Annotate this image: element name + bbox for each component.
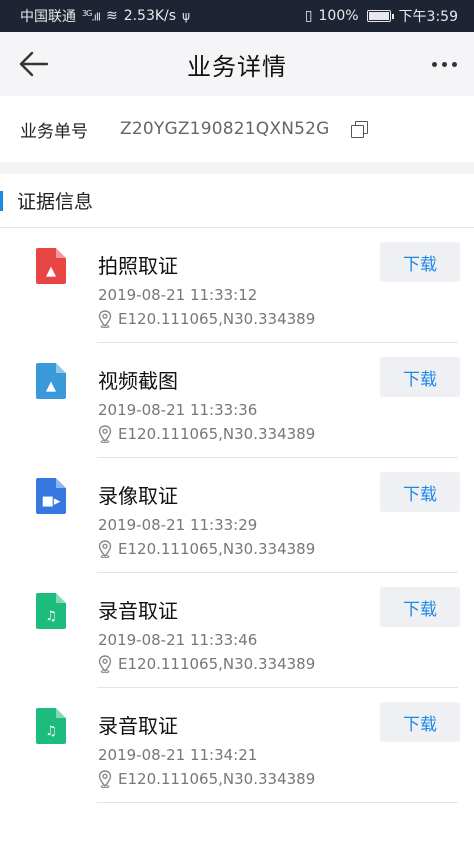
evidence-time: 2019-08-21 11:34:21	[98, 746, 258, 764]
more-dot-icon	[451, 61, 457, 67]
file-glyph: ■▸	[41, 494, 61, 509]
evidence-title: 录像取证	[98, 484, 178, 508]
file-corner	[56, 363, 66, 373]
evidence-title: 录音取证	[98, 714, 178, 738]
battery-icon	[366, 10, 394, 22]
location-pin-icon	[98, 540, 112, 558]
arrow-left-icon	[19, 51, 49, 77]
location-pin-icon	[98, 655, 112, 673]
video-file-icon: ■▸	[36, 478, 66, 514]
location-pin-icon	[98, 425, 112, 443]
location-pin-icon	[98, 310, 112, 328]
download-button[interactable]: 下载	[380, 357, 460, 397]
evidence-location: E120.111065,N30.334389	[98, 310, 315, 328]
status-bar: 中国联通 3G.ıll ≋ 2.53K/s ψ ▯ 100% 下午3:59	[0, 0, 474, 32]
more-dot-icon	[431, 61, 437, 67]
file-glyph: ♫	[45, 724, 57, 739]
section-title: 证据信息	[17, 191, 94, 213]
vibrate-icon: ▯	[304, 8, 313, 24]
wifi-icon: ≋	[105, 8, 118, 24]
business-number-row: 业务单号 Z20YGZ190821QXN52G	[0, 96, 474, 162]
business-number-label: 业务单号	[20, 121, 88, 142]
item-divider	[97, 802, 458, 803]
evidence-coordinates: E120.111065,N30.334389	[118, 540, 316, 558]
evidence-time: 2019-08-21 11:33:46	[98, 631, 258, 649]
evidence-coordinates: E120.111065,N30.334389	[118, 425, 316, 443]
copy-icon[interactable]	[350, 120, 368, 138]
download-button[interactable]: 下载	[380, 587, 460, 627]
carrier-text: 中国联通	[20, 9, 76, 25]
evidence-item[interactable]: ♫ 录音取证 2019-08-21 11:33:46 E120.111065,N30.…	[0, 573, 474, 688]
audio-file-icon: ♫	[36, 708, 66, 744]
back-button[interactable]	[18, 50, 50, 78]
evidence-list: ▲ 拍照取证 2019-08-21 11:33:12 E120.111065,N30.…	[0, 228, 474, 803]
section-accent-bar	[0, 190, 3, 211]
evidence-item[interactable]: ♫ 录音取证 2019-08-21 11:34:21 E120.111065,N30.…	[0, 688, 474, 803]
location-pin-icon	[98, 770, 112, 788]
evidence-time: 2019-08-21 11:33:29	[98, 516, 258, 534]
business-number-value: Z20YGZ190821QXN52G	[120, 119, 330, 139]
section-header: 证据信息	[0, 174, 474, 228]
signal-icon: 3G.ıll	[82, 8, 101, 24]
file-glyph: ▲	[46, 379, 56, 394]
usb-icon: ψ	[182, 9, 190, 23]
net-speed: 2.53K/s	[123, 8, 177, 24]
evidence-location: E120.111065,N30.334389	[98, 425, 315, 443]
more-button[interactable]	[428, 54, 460, 74]
file-corner	[56, 478, 66, 488]
evidence-coordinates: E120.111065,N30.334389	[118, 770, 316, 788]
download-button[interactable]: 下载	[380, 702, 460, 742]
audio-file-icon: ♫	[36, 593, 66, 629]
file-corner	[56, 708, 66, 718]
image-file-icon: ▲	[36, 248, 66, 284]
file-glyph: ♫	[45, 609, 57, 624]
evidence-location: E120.111065,N30.334389	[98, 770, 315, 788]
status-left: 中国联通 3G.ıll ≋ 2.53K/s ψ	[20, 6, 190, 26]
file-corner	[56, 593, 66, 603]
evidence-time: 2019-08-21 11:33:36	[98, 401, 258, 419]
evidence-title: 录音取证	[98, 599, 178, 623]
download-button[interactable]: 下载	[380, 242, 460, 282]
image-file-icon: ▲	[36, 363, 66, 399]
download-button[interactable]: 下载	[380, 472, 460, 512]
evidence-item[interactable]: ■▸ 录像取证 2019-08-21 11:33:29 E120.111065,N30…	[0, 458, 474, 573]
battery-fill	[368, 12, 389, 20]
clock: 下午3:59	[398, 9, 458, 25]
network-type: 3G	[82, 8, 92, 18]
more-dot-icon	[441, 61, 447, 67]
evidence-title: 视频截图	[98, 369, 178, 393]
status-right: ▯ 100% 下午3:59	[305, 6, 458, 26]
evidence-time: 2019-08-21 11:33:12	[98, 286, 258, 304]
evidence-location: E120.111065,N30.334389	[98, 655, 315, 673]
evidence-item[interactable]: ▲ 拍照取证 2019-08-21 11:33:12 E120.111065,N30.…	[0, 228, 474, 343]
file-corner	[56, 248, 66, 258]
file-glyph: ▲	[46, 264, 56, 279]
battery-percent: 100%	[318, 8, 359, 24]
section-divider	[0, 162, 474, 174]
evidence-title: 拍照取证	[98, 254, 178, 278]
app-header: 业务详情	[0, 32, 474, 96]
page-title: 业务详情	[187, 52, 287, 81]
evidence-location: E120.111065,N30.334389	[98, 540, 315, 558]
evidence-coordinates: E120.111065,N30.334389	[118, 655, 316, 673]
evidence-item[interactable]: ▲ 视频截图 2019-08-21 11:33:36 E120.111065,N30.…	[0, 343, 474, 458]
evidence-coordinates: E120.111065,N30.334389	[118, 310, 316, 328]
